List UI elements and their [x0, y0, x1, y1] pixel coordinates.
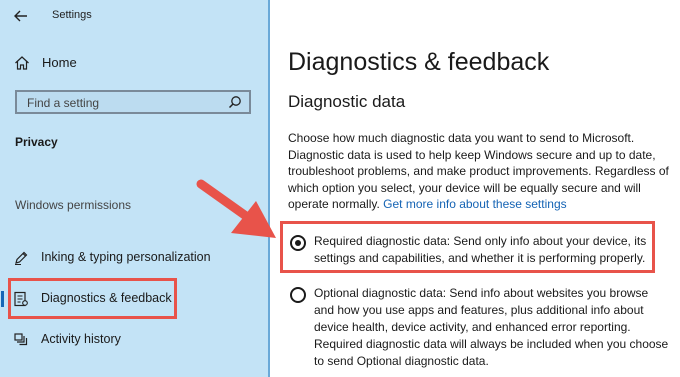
- sidebar-item-label: Inking & typing personalization: [41, 250, 211, 264]
- sidebar: Settings Home Privacy Windows permission…: [0, 0, 268, 377]
- pane-divider: [268, 0, 270, 377]
- pen-icon: [15, 251, 28, 265]
- radio-optional[interactable]: [290, 287, 306, 303]
- description: Choose how much diagnostic data you want…: [288, 130, 672, 213]
- sidebar-item-inking[interactable]: Inking & typing personalization: [0, 245, 268, 271]
- home-label: Home: [42, 55, 77, 70]
- back-button[interactable]: [10, 6, 32, 26]
- more-info-link[interactable]: Get more info about these settings: [383, 197, 566, 211]
- sidebar-item-home[interactable]: Home: [12, 52, 252, 74]
- sidebar-item-activity-history[interactable]: Activity history: [0, 327, 268, 353]
- home-icon: [15, 56, 29, 70]
- active-indicator: [1, 291, 4, 307]
- back-arrow-icon: [14, 10, 27, 22]
- annotation-box-sidebar: [8, 278, 177, 319]
- sidebar-item-label: Activity history: [41, 332, 121, 346]
- search-icon[interactable]: [228, 95, 242, 109]
- activity-icon: [14, 333, 28, 346]
- section-subtitle: Diagnostic data: [288, 92, 406, 111]
- title-bar: Settings: [0, 0, 268, 32]
- page-title: Diagnostics & feedback: [288, 48, 550, 76]
- group-label: Windows permissions: [15, 198, 132, 212]
- window-title: Settings: [52, 9, 92, 21]
- search-input[interactable]: [25, 95, 209, 111]
- search-box[interactable]: [15, 90, 251, 114]
- section-title: Privacy: [15, 135, 58, 149]
- option-text: Optional diagnostic data: Send info abou…: [314, 286, 669, 368]
- annotation-box-option: [280, 221, 655, 273]
